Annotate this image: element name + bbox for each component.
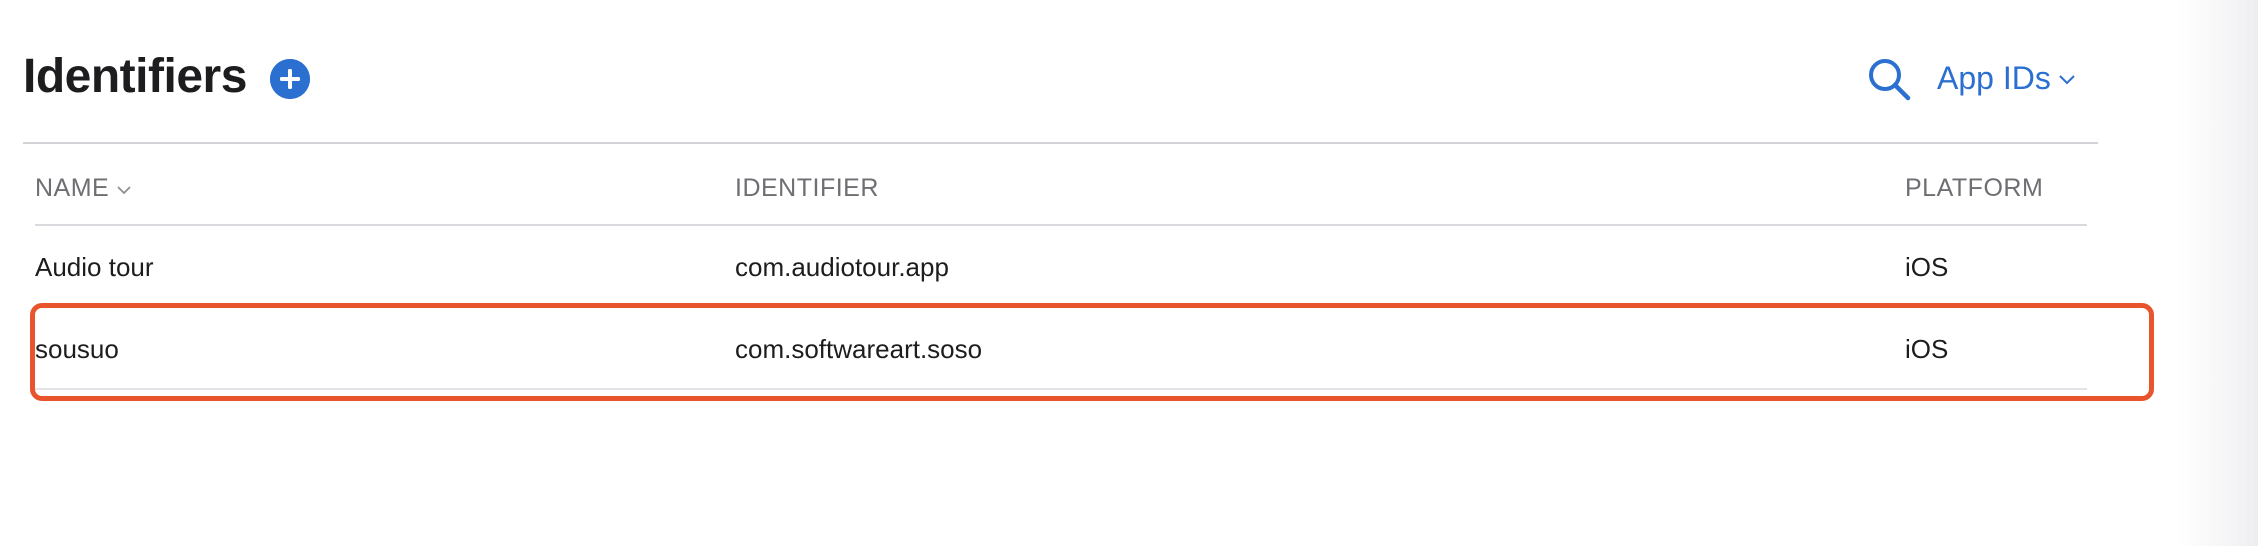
column-header-identifier: IDENTIFIER (735, 174, 879, 202)
column-header-name-label: NAME (35, 174, 110, 202)
search-icon (1869, 59, 1911, 101)
identifier-type-dropdown[interactable]: App IDs (1937, 56, 2075, 100)
header-divider (23, 142, 2098, 144)
row-platform: iOS (1905, 334, 1949, 364)
column-header-platform: PLATFORM (1905, 174, 2044, 202)
identifiers-page: Identifiers App IDs NAME IDENTIFIER PLAT… (0, 0, 2258, 546)
table-row[interactable]: sousuo com.softwareart.soso iOS (35, 308, 2087, 390)
chevron-down-icon (117, 185, 131, 194)
row-identifier: com.softwareart.soso (735, 334, 983, 364)
row-name: sousuo (35, 334, 119, 364)
row-identifier: com.audiotour.app (735, 252, 949, 282)
table-header: NAME IDENTIFIER PLATFORM (35, 152, 2087, 226)
row-platform: iOS (1905, 252, 1949, 282)
plus-circle-icon (270, 59, 310, 99)
row-name: Audio tour (35, 252, 154, 282)
search-button[interactable] (1866, 56, 1912, 102)
identifiers-table: NAME IDENTIFIER PLATFORM Audio tour com.… (35, 152, 2087, 390)
table-row[interactable]: Audio tour com.audiotour.app iOS (35, 226, 2087, 308)
window-edge-shade (2178, 0, 2258, 546)
identifier-type-label: App IDs (1937, 60, 2051, 96)
page-title: Identifiers (23, 50, 247, 103)
chevron-down-icon (2059, 75, 2075, 85)
add-identifier-button[interactable] (270, 59, 310, 99)
column-header-name[interactable]: NAME (35, 172, 131, 204)
